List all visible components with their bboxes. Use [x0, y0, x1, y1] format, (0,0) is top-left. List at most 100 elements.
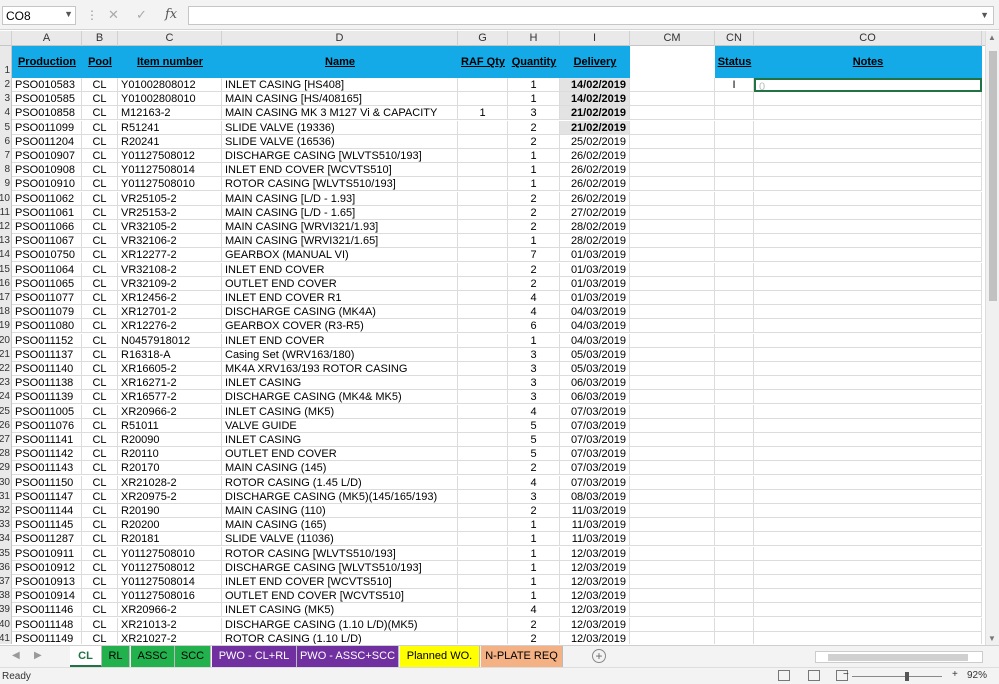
table-cell[interactable]: 1	[508, 163, 560, 178]
row-header[interactable]: 35	[0, 547, 10, 561]
table-cell[interactable]	[630, 489, 715, 504]
table-cell[interactable]: 12/03/2019	[560, 589, 630, 604]
table-cell[interactable]: INLET END COVER R1	[222, 291, 458, 305]
table-cell[interactable]	[630, 163, 715, 178]
table-cell[interactable]: Y01127508010	[118, 546, 222, 561]
table-cell[interactable]	[458, 560, 508, 575]
expand-formula-icon[interactable]: ▼	[980, 10, 989, 20]
table-cell[interactable]	[458, 120, 508, 135]
table-cell[interactable]: Y01127508012	[118, 149, 222, 163]
table-cell[interactable]: PSO010913	[12, 575, 82, 589]
header-quantity[interactable]: Quantity	[508, 46, 560, 78]
table-cell[interactable]: R20241	[118, 134, 222, 149]
table-cell[interactable]: CL	[82, 475, 118, 490]
table-cell[interactable]: MAIN CASING MK 3 M127 Vi & CAPACITY	[222, 106, 458, 121]
table-cell[interactable]	[630, 631, 715, 644]
table-cell[interactable]: PSO011143	[12, 461, 82, 476]
table-cell[interactable]	[630, 617, 715, 632]
table-cell[interactable]: 1	[508, 78, 560, 92]
table-cell[interactable]	[754, 390, 982, 405]
table-cell[interactable]: PSO011146	[12, 603, 82, 618]
column-header-A[interactable]: A	[12, 31, 82, 46]
row-header[interactable]: 15	[0, 263, 10, 277]
table-cell[interactable]: PSO011150	[12, 475, 82, 490]
table-cell[interactable]	[754, 248, 982, 263]
table-cell[interactable]: 11/03/2019	[560, 518, 630, 533]
table-cell[interactable]: XR21028-2	[118, 475, 222, 490]
column-header-CN[interactable]: CN	[715, 31, 754, 46]
table-cell[interactable]	[754, 560, 982, 575]
table-cell[interactable]: PSO011066	[12, 220, 82, 234]
table-cell[interactable]: MAIN CASING [HS/408165]	[222, 92, 458, 107]
enter-icon[interactable]: ✓	[136, 7, 147, 23]
table-cell[interactable]	[458, 631, 508, 644]
table-cell[interactable]	[630, 560, 715, 575]
table-cell[interactable]	[754, 220, 982, 234]
page-layout-icon[interactable]	[808, 670, 820, 681]
table-cell[interactable]: 3	[508, 362, 560, 376]
table-cell[interactable]: CL	[82, 205, 118, 220]
table-cell[interactable]: 5	[508, 433, 560, 447]
table-cell[interactable]: PSO011062	[12, 191, 82, 206]
table-cell[interactable]: PSO010912	[12, 560, 82, 575]
table-cell[interactable]: PSO011144	[12, 504, 82, 518]
table-cell[interactable]	[715, 504, 754, 518]
table-cell[interactable]	[754, 518, 982, 533]
table-cell[interactable]: XR16577-2	[118, 390, 222, 405]
table-cell[interactable]: VR25153-2	[118, 205, 222, 220]
table-cell[interactable]	[630, 333, 715, 348]
table-cell[interactable]: Y01127508014	[118, 575, 222, 589]
table-cell[interactable]	[630, 106, 715, 121]
function-icon[interactable]: fx	[165, 7, 177, 22]
column-header-D[interactable]: D	[222, 31, 458, 46]
table-cell[interactable]: MAIN CASING (110)	[222, 504, 458, 518]
spreadsheet-grid[interactable]: Production Pool Item number Name RAF Qty…	[0, 46, 985, 644]
table-cell[interactable]: CL	[82, 489, 118, 504]
table-cell[interactable]	[715, 319, 754, 334]
table-cell[interactable]: 04/03/2019	[560, 305, 630, 320]
table-cell[interactable]	[715, 631, 754, 644]
table-cell[interactable]: 4	[508, 404, 560, 419]
row-header[interactable]: 7	[4, 149, 10, 163]
table-cell[interactable]: 3	[508, 489, 560, 504]
table-cell[interactable]	[754, 205, 982, 220]
table-cell[interactable]	[754, 617, 982, 632]
table-cell[interactable]: CL	[82, 433, 118, 447]
table-cell[interactable]: 1	[508, 92, 560, 107]
table-cell[interactable]	[458, 362, 508, 376]
table-cell[interactable]: DISCHARGE CASING [WLVTS510/193]	[222, 560, 458, 575]
table-cell[interactable]: PSO010583	[12, 78, 82, 92]
column-header-I[interactable]: I	[560, 31, 630, 46]
table-cell[interactable]: VR32108-2	[118, 262, 222, 277]
table-cell[interactable]	[630, 347, 715, 362]
table-cell[interactable]: INLET END COVER [WCVTS510]	[222, 575, 458, 589]
table-cell[interactable]	[458, 347, 508, 362]
next-sheet-icon[interactable]: ▶	[34, 650, 42, 661]
table-cell[interactable]	[458, 262, 508, 277]
table-cell[interactable]: ROTOR CASING [WLVTS510/193]	[222, 177, 458, 192]
row-header[interactable]: 17	[0, 291, 10, 305]
table-cell[interactable]: CL	[82, 149, 118, 163]
table-cell[interactable]	[630, 234, 715, 249]
table-cell[interactable]	[458, 575, 508, 589]
table-cell[interactable]: 2	[508, 262, 560, 277]
table-cell[interactable]: CL	[82, 276, 118, 291]
table-cell[interactable]: 5	[508, 447, 560, 462]
table-cell[interactable]: CL	[82, 134, 118, 149]
table-cell[interactable]	[715, 163, 754, 178]
table-cell[interactable]: XR12277-2	[118, 248, 222, 263]
table-cell[interactable]	[458, 447, 508, 462]
table-cell[interactable]: CL	[82, 362, 118, 376]
table-cell[interactable]: PSO011140	[12, 362, 82, 376]
table-cell[interactable]: 21/02/2019	[560, 120, 630, 135]
table-cell[interactable]: 12/03/2019	[560, 560, 630, 575]
row-header[interactable]: 11	[0, 206, 10, 220]
table-cell[interactable]: INLET END COVER	[222, 262, 458, 277]
table-cell[interactable]	[458, 603, 508, 618]
table-cell[interactable]: 2	[508, 276, 560, 291]
table-cell[interactable]: 2	[508, 504, 560, 518]
row-header[interactable]: 10	[0, 192, 10, 206]
table-cell[interactable]: PSO011099	[12, 120, 82, 135]
row-header[interactable]: 29	[0, 461, 10, 475]
table-cell[interactable]	[754, 276, 982, 291]
